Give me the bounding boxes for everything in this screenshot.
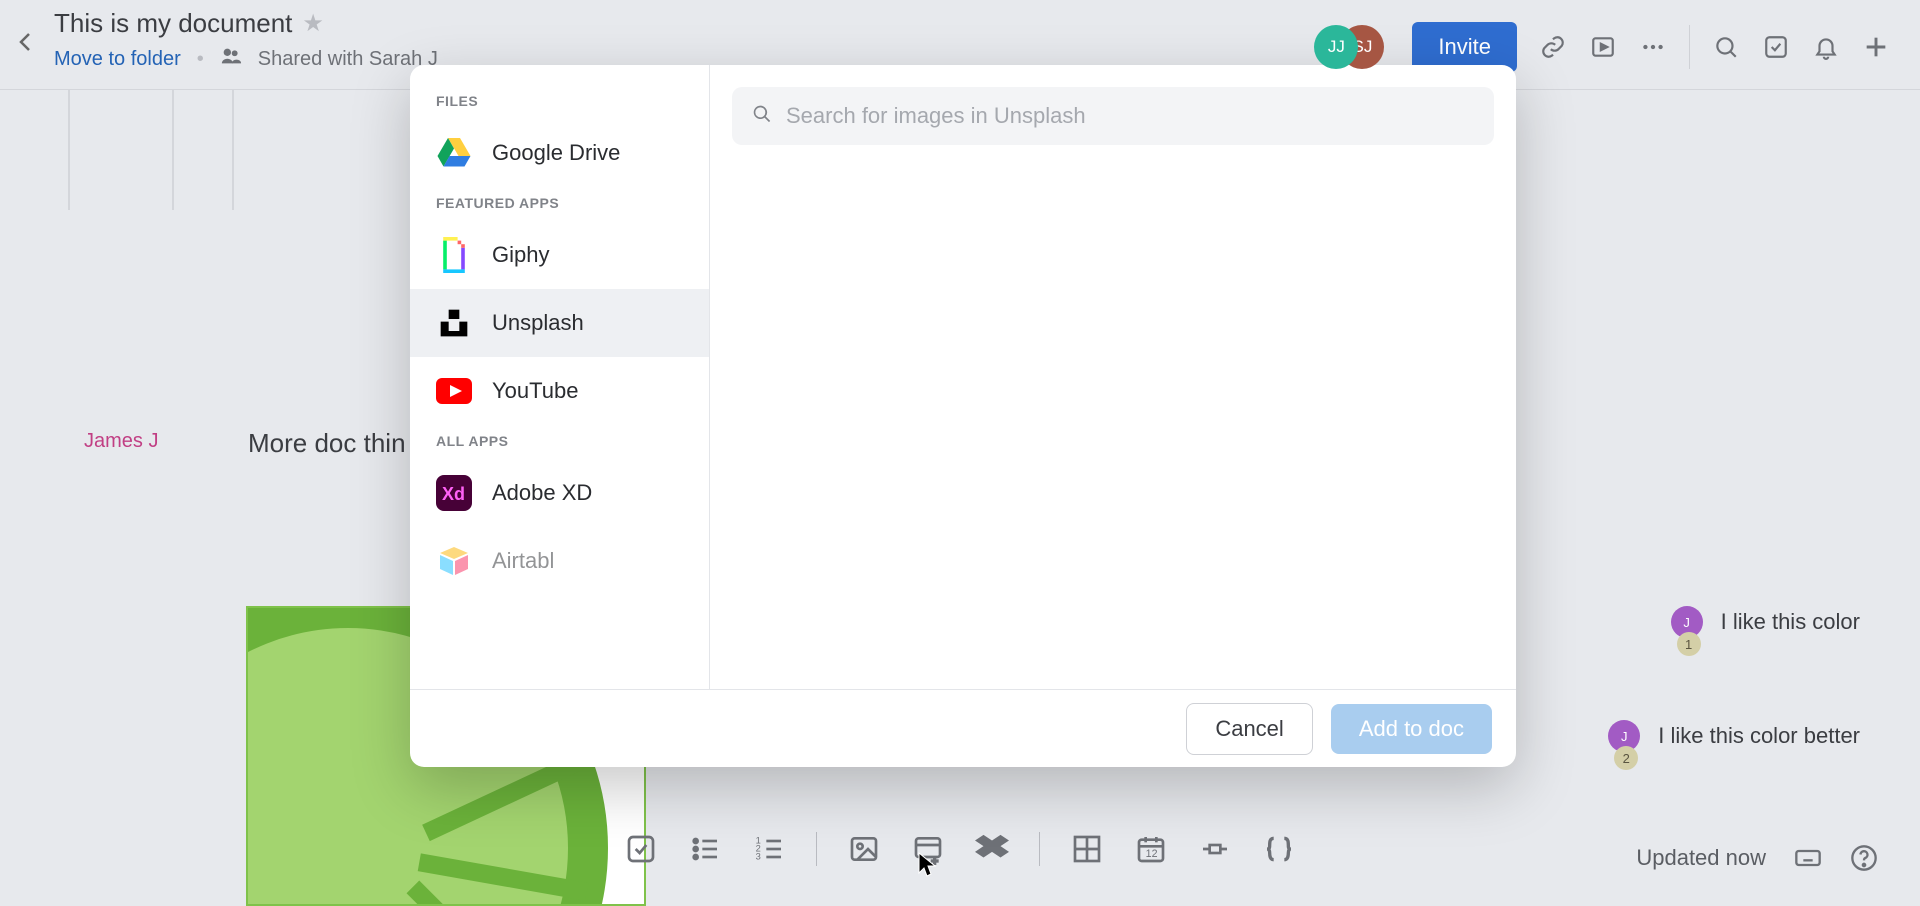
youtube-icon <box>436 373 472 409</box>
add-to-doc-button[interactable]: Add to doc <box>1331 704 1492 754</box>
sidebar-item-label: Giphy <box>492 242 549 268</box>
sidebar-item-google-drive[interactable]: Google Drive <box>410 119 709 187</box>
sidebar-item-label: Google Drive <box>492 140 620 166</box>
sidebar-heading-all: ALL APPS <box>410 425 709 459</box>
modal-sidebar: FILES Google Drive FEATURED APPS Giphy U… <box>410 65 710 689</box>
insert-apps-modal: FILES Google Drive FEATURED APPS Giphy U… <box>410 65 1516 767</box>
search-field-wrap[interactable] <box>732 87 1494 145</box>
airtable-icon <box>436 543 472 579</box>
svg-text:Xd: Xd <box>442 484 465 504</box>
search-input[interactable] <box>786 103 1474 129</box>
cancel-button[interactable]: Cancel <box>1186 703 1312 755</box>
sidebar-item-giphy[interactable]: Giphy <box>410 221 709 289</box>
modal-main-panel <box>710 65 1516 689</box>
unsplash-icon <box>436 305 472 341</box>
adobe-xd-icon: Xd <box>436 475 472 511</box>
sidebar-heading-files: FILES <box>410 85 709 119</box>
sidebar-item-label: Unsplash <box>492 310 584 336</box>
sidebar-item-unsplash[interactable]: Unsplash <box>410 289 709 357</box>
sidebar-item-label: Adobe XD <box>492 480 592 506</box>
sidebar-item-label: YouTube <box>492 378 578 404</box>
giphy-icon <box>436 237 472 273</box>
sidebar-item-youtube[interactable]: YouTube <box>410 357 709 425</box>
sidebar-heading-featured: FEATURED APPS <box>410 187 709 221</box>
sidebar-item-label: Airtabl <box>492 548 554 574</box>
sidebar-item-adobe-xd[interactable]: Xd Adobe XD <box>410 459 709 527</box>
modal-footer: Cancel Add to doc <box>410 689 1516 767</box>
sidebar-item-airtable[interactable]: Airtabl <box>410 527 709 595</box>
google-drive-icon <box>436 135 472 171</box>
search-icon <box>752 104 772 129</box>
